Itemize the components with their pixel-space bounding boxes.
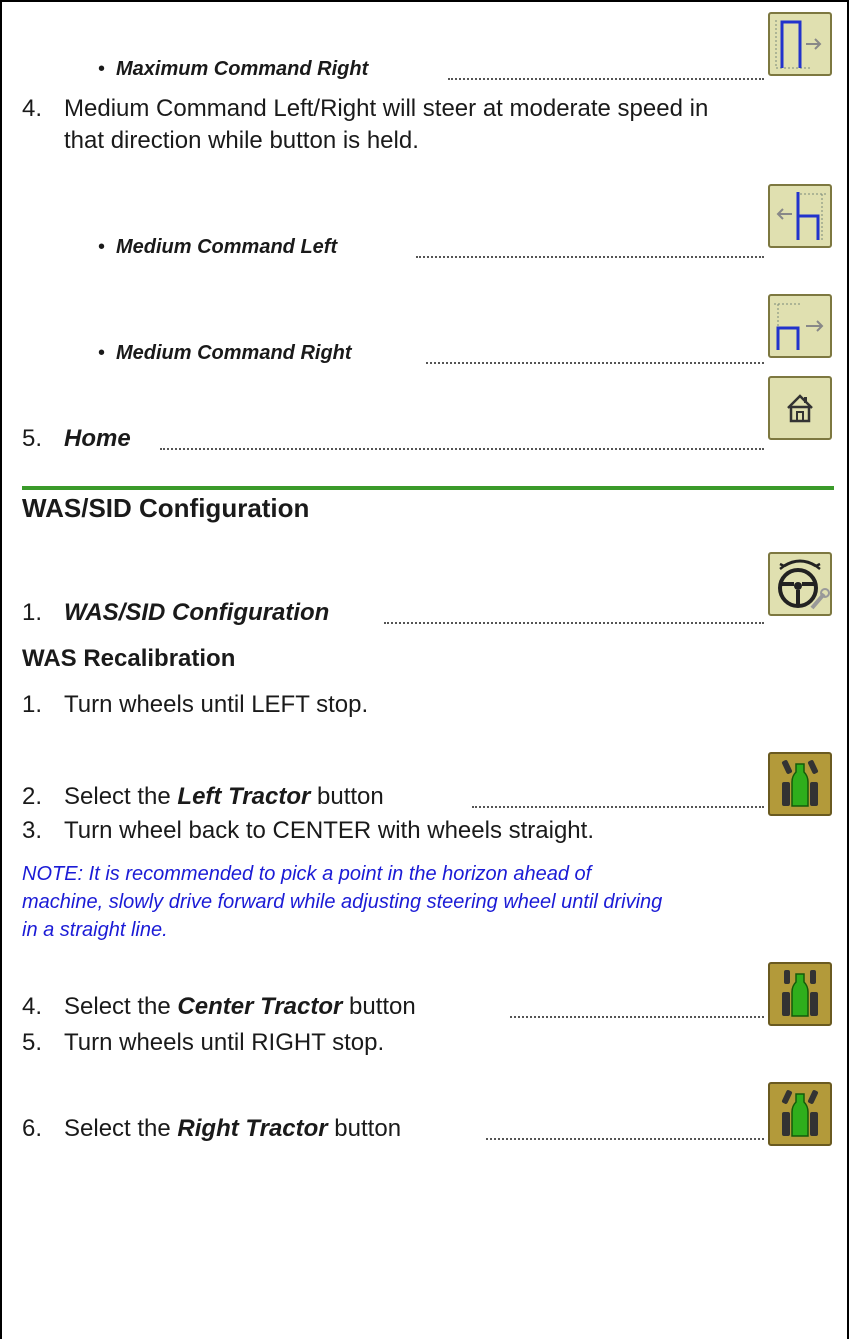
step-number: 5. (22, 425, 43, 452)
home-icon (787, 394, 813, 423)
medium-command-right-icon (774, 303, 824, 350)
section-divider (22, 486, 834, 490)
step-text: Select the Center Tractor button (64, 993, 416, 1020)
bullet: • (98, 58, 106, 80)
center-tractor-button[interactable] (768, 962, 832, 1026)
leader-dots (426, 358, 764, 364)
right-tractor-icon (781, 1090, 819, 1137)
note-line: NOTE: It is recommended to pick a point … (22, 863, 592, 885)
bullet: • (98, 342, 106, 364)
step-text: Turn wheels until LEFT stop. (64, 691, 369, 718)
step-number: 6. (22, 1115, 43, 1142)
leader-dots (486, 1134, 764, 1140)
medium-command-description-cont: that direction while button is held. (64, 127, 419, 154)
left-tractor-button[interactable] (768, 752, 832, 816)
steering-wheel-wrench-icon (778, 559, 830, 610)
was-sid-configuration-label: WAS/SID Configuration (64, 599, 330, 626)
step-text: Turn wheel back to CENTER with wheels st… (64, 817, 594, 844)
note-line: in a straight line. (22, 919, 168, 941)
step-number: 1. (22, 691, 43, 718)
step-number: 3. (22, 817, 43, 844)
left-tractor-icon (781, 760, 819, 807)
medium-command-left-label: Medium Command Left (116, 236, 338, 258)
maximum-command-right-icon (775, 20, 822, 69)
leader-dots (384, 618, 764, 624)
step-number: 4. (22, 95, 43, 122)
medium-command-right-label: Medium Command Right (116, 342, 352, 364)
maximum-command-right-button[interactable] (768, 12, 832, 76)
was-sid-configuration-button[interactable] (768, 552, 832, 616)
medium-command-left-icon (776, 192, 826, 240)
home-button[interactable] (768, 376, 832, 440)
note-text: NOTE: It is recommended to pick a point … (22, 860, 837, 944)
step-text: Select the Right Tractor button (64, 1115, 402, 1142)
step-text: Select the Left Tractor button (64, 783, 384, 810)
home-label: Home (64, 425, 131, 452)
step-number: 4. (22, 993, 43, 1020)
step-number: 5. (22, 1029, 43, 1056)
step-number: 1. (22, 599, 43, 626)
was-recalibration-heading: WAS Recalibration (22, 645, 236, 672)
step-text: Turn wheels until RIGHT stop. (64, 1029, 385, 1056)
medium-command-left-button[interactable] (768, 184, 832, 248)
center-tractor-icon (782, 970, 818, 1017)
maximum-command-right-label: Maximum Command Right (116, 58, 369, 80)
leader-dots (472, 802, 764, 808)
medium-command-description: Medium Command Left/Right will steer at … (64, 95, 709, 122)
leader-dots (160, 444, 764, 450)
step-number: 2. (22, 783, 43, 810)
leader-dots (510, 1012, 764, 1018)
leader-dots (448, 74, 764, 80)
bullet: • (98, 236, 106, 258)
note-line: machine, slowly drive forward while adju… (22, 891, 663, 913)
was-sid-heading: WAS/SID Configuration (22, 493, 310, 523)
leader-dots (416, 252, 764, 258)
medium-command-right-button[interactable] (768, 294, 832, 358)
right-tractor-button[interactable] (768, 1082, 832, 1146)
